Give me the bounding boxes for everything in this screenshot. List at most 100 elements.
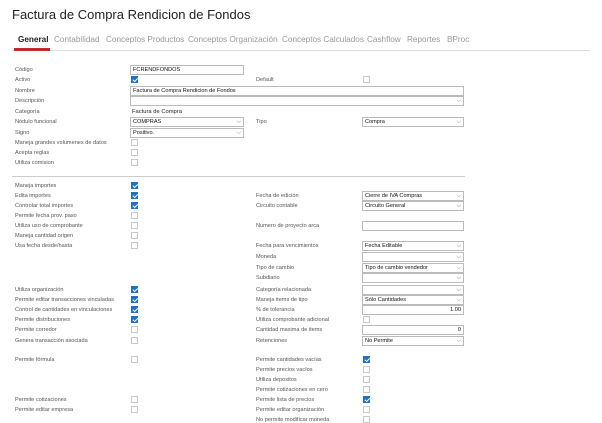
utiliza-comision-checkbox[interactable]	[131, 159, 138, 166]
controlar-total-label: Controlar total importes	[15, 203, 74, 209]
chevron-down-icon: ⌵	[456, 119, 461, 125]
usa-fecha-label: Usa fecha desde/hasta	[15, 243, 73, 249]
tolerancia-input[interactable]: 1.00	[362, 305, 464, 315]
permite-fecha-checkbox[interactable]	[131, 212, 138, 219]
fecha-edicion-select[interactable]: Cierre de IVA Compras ⌵	[362, 191, 464, 201]
tipo-select[interactable]: Compra ⌵	[362, 117, 464, 127]
permite-cotizaciones-checkbox[interactable]	[131, 396, 138, 403]
tab-conceptos-calculados[interactable]: Conceptos Calculados	[282, 35, 364, 44]
moneda-select[interactable]: ⌵	[362, 252, 464, 262]
tolerancia-label: % de tolerancia	[256, 307, 295, 313]
permite-editar-trans-checkbox[interactable]	[131, 296, 138, 303]
utiliza-org-label: Utiliza organización	[15, 287, 64, 293]
permite-editar-empresa-checkbox[interactable]	[131, 406, 138, 413]
permite-cotiz-cero-checkbox[interactable]	[363, 386, 370, 393]
retenciones-select[interactable]: No Permite ⌵	[362, 336, 464, 346]
tab-reportes[interactable]: Reportes	[407, 35, 440, 44]
chevron-down-icon: ⌵	[456, 243, 461, 249]
cantidad-maxima-label: Cantidad maxima de items	[256, 327, 323, 333]
section-divider	[12, 176, 465, 177]
chevron-down-icon: ⌵	[456, 265, 461, 271]
genera-transaccion-label: Genera transacción asociada	[15, 338, 88, 344]
utiliza-depositos-label: Utiliza depositos	[256, 377, 297, 383]
utiliza-uso-checkbox[interactable]	[131, 222, 138, 229]
usa-fecha-checkbox[interactable]	[131, 242, 138, 249]
maneja-items-label: Maneja items de tipo	[256, 297, 308, 303]
descripcion-select[interactable]: ⌵	[130, 96, 464, 106]
retenciones-label: Retenciones	[256, 338, 288, 344]
tab-general[interactable]: General	[18, 35, 49, 44]
page-title: Factura de Compra Rendicion de Fondos	[12, 7, 251, 22]
nombre-input[interactable]: Factura de Compra Rendicion de Fondos	[130, 86, 464, 96]
utiliza-comp-adicional-checkbox[interactable]	[363, 316, 370, 323]
nodo-funcional-select[interactable]: COMPRAS ⌵	[130, 117, 244, 127]
subdiario-select[interactable]: ⌵	[362, 273, 464, 283]
fecha-vencimiento-label: Fecha para vencimientos	[256, 243, 319, 249]
fecha-vencimiento-select[interactable]: Fecha Editable ⌵	[362, 241, 464, 251]
utiliza-uso-label: Utiliza uso de comprobante	[15, 223, 83, 229]
chevron-down-icon: ⌵	[456, 338, 461, 344]
chevron-down-icon: ⌵	[456, 275, 461, 281]
utiliza-org-checkbox[interactable]	[131, 286, 138, 293]
signo-label: Signo	[15, 130, 30, 136]
descripcion-label: Descripción	[15, 98, 45, 104]
nodo-funcional-value: COMPRAS	[133, 119, 162, 125]
tab-cashflow[interactable]: Cashflow	[367, 35, 401, 44]
maneja-importes-checkbox[interactable]	[131, 182, 138, 189]
tab-bar: General Contabilidad Conceptos Productos…	[14, 35, 590, 49]
default-checkbox[interactable]	[363, 76, 370, 83]
categoria-label: Categoría	[15, 109, 40, 115]
permite-corredor-checkbox[interactable]	[131, 326, 138, 333]
maneja-grandes-label: Maneja grandes volumenes de datos	[15, 140, 107, 146]
retenciones-value: No Permite	[365, 338, 393, 344]
edita-importes-checkbox[interactable]	[131, 192, 138, 199]
permite-editar-trans-label: Permite editar transacciones vinculadas	[15, 297, 114, 303]
chevron-down-icon: ⌵	[456, 98, 461, 104]
codigo-input[interactable]: FCRENDFONDOS	[130, 65, 244, 75]
categoria-value: Factura de Compra	[132, 109, 182, 115]
maneja-importes-label: Maneja importes	[15, 183, 57, 189]
signo-select[interactable]: Positivo. ⌵	[130, 128, 244, 138]
tipo-value: Compra	[365, 119, 385, 125]
numero-proyecto-input[interactable]	[362, 221, 464, 231]
tab-bproc[interactable]: BProc	[447, 35, 469, 44]
tipo-cambio-label: Tipo de cambio	[256, 265, 295, 271]
numero-proyecto-label: Numero de proyecto arca	[256, 223, 320, 229]
chevron-down-icon: ⌵	[236, 119, 241, 125]
permite-distribuciones-checkbox[interactable]	[131, 316, 138, 323]
utiliza-depositos-checkbox[interactable]	[363, 376, 370, 383]
controlar-total-checkbox[interactable]	[131, 202, 138, 209]
maneja-cantidad-checkbox[interactable]	[131, 232, 138, 239]
tab-conceptos-productos[interactable]: Conceptos Productos	[106, 35, 184, 44]
nombre-label: Nombre	[15, 88, 35, 94]
permite-cant-vacias-checkbox[interactable]	[363, 356, 370, 363]
chevron-down-icon: ⌵	[456, 297, 461, 303]
activo-label: Activo	[15, 77, 31, 83]
tab-conceptos-organizacion[interactable]: Conceptos Organización	[188, 35, 278, 44]
permite-cotiz-cero-label: Permite cotizaciones en cero	[256, 387, 328, 393]
circuito-contable-select[interactable]: Circuito General ⌵	[362, 201, 464, 211]
genera-transaccion-checkbox[interactable]	[131, 337, 138, 344]
maneja-items-select[interactable]: Sólo Cantidades ⌵	[362, 295, 464, 305]
permite-distribuciones-label: Permite distribuciones	[15, 317, 71, 323]
permite-lista-precios-checkbox[interactable]	[363, 396, 370, 403]
permite-formula-checkbox[interactable]	[131, 356, 138, 363]
categoria-relacionada-select[interactable]: ⌵	[362, 285, 464, 295]
cantidad-maxima-input[interactable]: 0	[362, 325, 464, 335]
control-cantidades-checkbox[interactable]	[131, 306, 138, 313]
permite-fecha-label: Permite fecha prov. paso	[15, 213, 77, 219]
permite-formula-label: Permite fórmula	[15, 357, 55, 363]
tipo-cambio-select[interactable]: Tipo de cambio vendedor ⌵	[362, 263, 464, 273]
moneda-label: Moneda	[256, 254, 277, 260]
permite-precios-vacios-checkbox[interactable]	[363, 366, 370, 373]
codigo-label: Código	[15, 67, 33, 73]
acepta-reglas-checkbox[interactable]	[131, 149, 138, 156]
fecha-edicion-label: Fecha de edición	[256, 193, 299, 199]
activo-checkbox[interactable]	[131, 76, 138, 83]
maneja-items-value: Sólo Cantidades	[365, 297, 407, 303]
permite-editar-org-checkbox[interactable]	[363, 406, 370, 413]
chevron-down-icon: ⌵	[456, 254, 461, 260]
maneja-grandes-checkbox[interactable]	[131, 139, 138, 146]
no-permite-modificar-moneda-checkbox[interactable]	[363, 416, 370, 423]
tab-contabilidad[interactable]: Contabilidad	[54, 35, 100, 44]
